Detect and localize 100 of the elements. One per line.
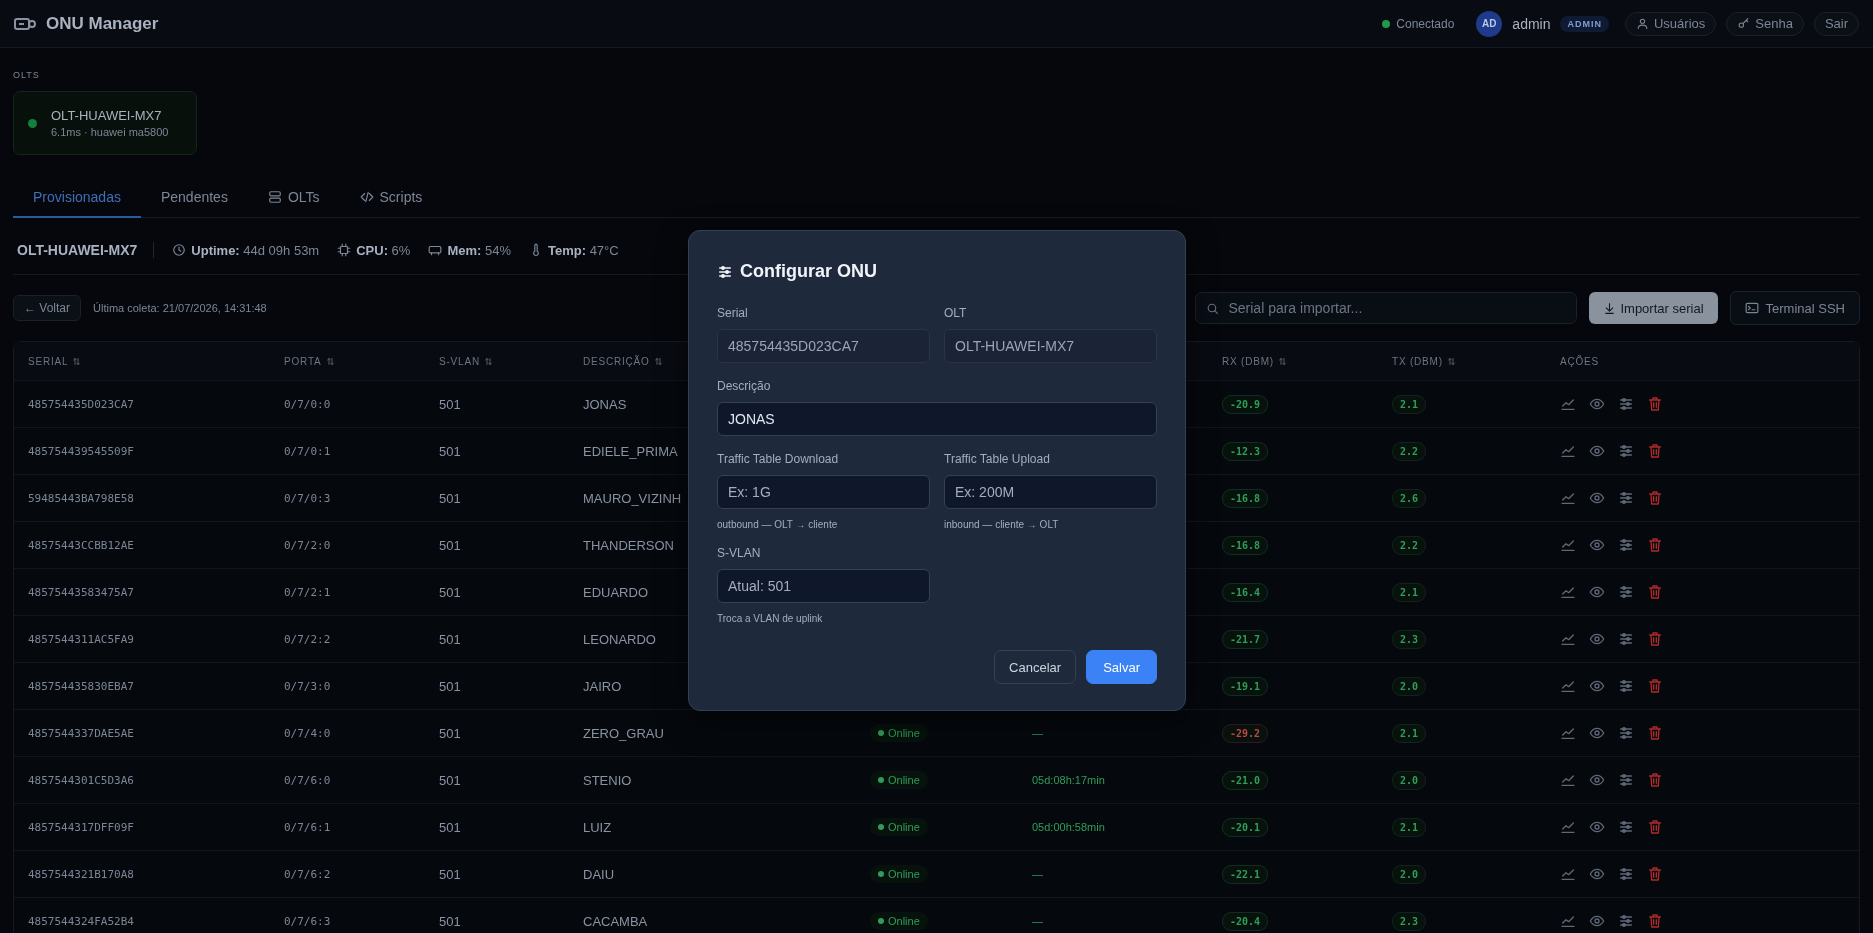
vlan-cell: 501 (439, 631, 461, 647)
column-header[interactable]: S-VLAN (439, 355, 493, 367)
description-cell: JONAS (583, 396, 627, 412)
rx-badge: -20.9 (1222, 394, 1269, 414)
rx-badge: -12.3 (1222, 441, 1269, 461)
tx-badge: 2.0 (1392, 864, 1427, 884)
app-title: ONU Manager (46, 13, 159, 34)
field-label: S-VLAN (717, 546, 762, 560)
olt-card[interactable]: OLT-HUAWEI-MX7 6.1ms · huawei ma5800 (13, 91, 198, 155)
vlan-cell: 501 (439, 443, 461, 459)
eye-icon (1589, 396, 1605, 412)
column-header[interactable]: PORTA (284, 355, 335, 367)
port-cell: 0/7/0:1 (284, 444, 331, 458)
import-button[interactable]: Importar serial (1589, 292, 1718, 324)
description-cell: CACAMBA (583, 913, 648, 929)
cpu-icon (337, 243, 352, 257)
column-header[interactable]: DESCRIÇÃO (583, 355, 663, 367)
user-name: admin (1512, 15, 1551, 32)
header-button[interactable]: Senha (1726, 11, 1804, 36)
trash-icon (1647, 866, 1663, 882)
back-button[interactable]: ← Voltar (13, 295, 82, 321)
status-badge: Online (870, 724, 928, 742)
vlan-cell: 501 (439, 396, 461, 412)
save-button[interactable]: Salvar (1086, 650, 1157, 684)
tab[interactable]: OLTs (247, 179, 340, 218)
sliders-icon (1618, 631, 1634, 647)
logo-icon (14, 15, 36, 32)
trash-icon (1647, 913, 1663, 929)
sliders-icon (1618, 584, 1634, 600)
sort-icon (72, 356, 82, 366)
olt-name: OLT-HUAWEI-MX7 (51, 108, 163, 123)
description-cell: EDUARDO (583, 584, 648, 600)
column-header[interactable]: SERIAL (28, 355, 82, 367)
trash-icon (1647, 584, 1663, 600)
sliders-icon (717, 263, 733, 280)
field-hint: outbound — OLT → cliente (717, 519, 839, 530)
status-badge: Online (870, 771, 928, 789)
header-button[interactable]: Usuários (1625, 11, 1717, 36)
trash-icon (1647, 443, 1663, 459)
chart-icon (1560, 866, 1576, 882)
trash-icon (1647, 490, 1663, 506)
uptime-cell: 05d:08h:17min (1032, 774, 1105, 786)
terminal-icon (1744, 301, 1759, 315)
uptime-cell: — (1032, 727, 1043, 739)
input-field[interactable]: Ex: 200M (944, 475, 1157, 509)
input-field[interactable]: Ex: 1G (717, 475, 930, 509)
input-field[interactable]: Atual: 501 (717, 569, 930, 603)
rx-badge: -29.2 (1222, 723, 1269, 743)
search-field[interactable]: Serial para importar... (1195, 292, 1578, 324)
stat-text: Uptime: 44d 09h 53m (191, 242, 320, 258)
chart-icon (1560, 819, 1576, 835)
rx-badge: -22.1 (1222, 864, 1269, 884)
sliders-icon (1618, 725, 1634, 741)
sliders-icon (1618, 490, 1634, 506)
eye-icon (1589, 678, 1605, 694)
memory-icon (428, 243, 443, 257)
modal-title: Configurar ONU (740, 261, 877, 282)
user-avatar: AD (1476, 10, 1503, 37)
eye-icon (1589, 443, 1605, 459)
field-label: Serial (717, 306, 749, 320)
header-button[interactable]: Sair (1813, 11, 1859, 36)
vlan-cell: 501 (439, 678, 461, 694)
status-badge: Online (870, 912, 928, 930)
search-icon (1206, 302, 1220, 315)
input-field[interactable]: JONAS (717, 402, 1157, 436)
rx-badge: -21.7 (1222, 629, 1269, 649)
eye-icon (1589, 819, 1605, 835)
tx-badge: 2.0 (1392, 770, 1427, 790)
tab[interactable]: Provisionadas (13, 179, 141, 218)
tab[interactable]: Scripts (339, 179, 443, 218)
port-cell: 0/7/2:1 (284, 585, 331, 599)
vlan-cell: 501 (439, 490, 461, 506)
terminal-button[interactable]: Terminal SSH (1729, 291, 1860, 325)
chart-icon (1560, 772, 1576, 788)
tx-badge: 2.0 (1392, 676, 1427, 696)
rx-badge: -16.8 (1222, 488, 1269, 508)
vlan-cell: 501 (439, 819, 461, 835)
description-cell: LEONARDO (583, 631, 656, 647)
stat-text: Temp: 47°C (548, 242, 619, 258)
column-header[interactable]: RX (DBM) (1222, 355, 1287, 367)
trash-icon (1647, 725, 1663, 741)
serial-cell: 4857544317DFF09F (28, 820, 134, 834)
serial-cell: 4857544321B170A8 (28, 867, 134, 881)
description-cell: MAURO_VIZINH (583, 490, 682, 506)
tab[interactable]: Pendentes (140, 179, 248, 218)
tx-badge: 2.1 (1392, 817, 1427, 837)
chart-icon (1560, 913, 1576, 929)
status-badge: Online (870, 818, 928, 836)
serial-cell: 4857544337DAE5AE (28, 726, 134, 740)
field-hint: Troca a VLAN de uplink (717, 613, 824, 624)
port-cell: 0/7/6:1 (284, 820, 331, 834)
column-header[interactable]: TX (DBM) (1392, 355, 1456, 367)
code-icon (359, 190, 374, 204)
serial-cell: 485754439545509F (28, 444, 134, 458)
serial-cell: 4857544311AC5FA9 (28, 632, 134, 646)
stat-text: CPU: 6% (356, 242, 411, 258)
chart-icon (1560, 631, 1576, 647)
vlan-cell: 501 (439, 725, 461, 741)
cancel-button[interactable]: Cancelar (994, 650, 1077, 684)
vlan-cell: 501 (439, 866, 461, 882)
